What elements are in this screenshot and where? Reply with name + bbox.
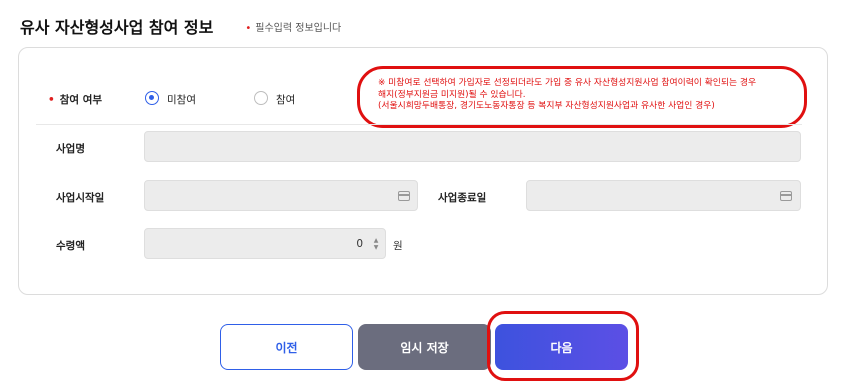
notice-line: (서울시희망두배통장, 경기도노동자통장 등 복지부 자산형성지원사업과 유사한…	[378, 101, 715, 111]
amount-input[interactable]: 0 ▲ ▼	[144, 228, 386, 259]
amount-unit: 원	[393, 240, 403, 252]
section-header: 유사 자산형성사업 참여 정보 • 필수입력 정보입니다	[20, 14, 341, 38]
end-date-input[interactable]	[526, 180, 801, 211]
end-date-label: 사업종료일	[438, 192, 487, 204]
radio-participating-label[interactable]: 참여	[276, 92, 295, 107]
project-name-input[interactable]	[144, 131, 801, 162]
amount-stepper[interactable]: ▲ ▼	[372, 237, 380, 251]
calendar-icon[interactable]	[780, 191, 792, 201]
radio-not-participating-label[interactable]: 미참여	[167, 92, 196, 107]
radio-participating[interactable]	[254, 91, 268, 105]
participation-label-text: 참여 여부	[59, 94, 103, 106]
amount-value[interactable]: 0	[356, 238, 363, 250]
next-button-highlight	[487, 311, 639, 381]
required-note-text: 필수입력 정보입니다	[255, 22, 342, 34]
required-note: • 필수입력 정보입니다	[245, 19, 341, 34]
start-date-input[interactable]	[144, 180, 418, 211]
required-dot-icon: •	[48, 94, 55, 106]
project-name-label: 사업명	[56, 143, 85, 155]
participation-label: • 참여 여부	[48, 92, 102, 107]
temp-save-button[interactable]: 임시 저장	[358, 324, 491, 370]
participation-notice: ※ 미참여로 선택하여 가입자로 선정되더라도 가입 중 유사 자산형성지원사업…	[357, 66, 807, 128]
amount-label: 수령액	[56, 240, 85, 252]
notice-line: ※ 미참여로 선택하여 가입자로 선정되더라도 가입 중 유사 자산형성지원사업…	[378, 78, 757, 88]
required-dot-icon: •	[245, 22, 252, 34]
row-divider	[36, 124, 802, 125]
stepper-down-icon[interactable]: ▼	[374, 244, 379, 251]
radio-not-participating[interactable]	[145, 91, 159, 105]
calendar-icon[interactable]	[398, 191, 410, 201]
notice-line: 해지(정부지원금 미지원)될 수 있습니다.	[378, 89, 526, 100]
stepper-up-icon[interactable]: ▲	[374, 237, 379, 244]
start-date-label: 사업시작일	[56, 192, 105, 204]
page-title: 유사 자산형성사업 참여 정보	[20, 18, 214, 37]
prev-button[interactable]: 이전	[220, 324, 353, 370]
